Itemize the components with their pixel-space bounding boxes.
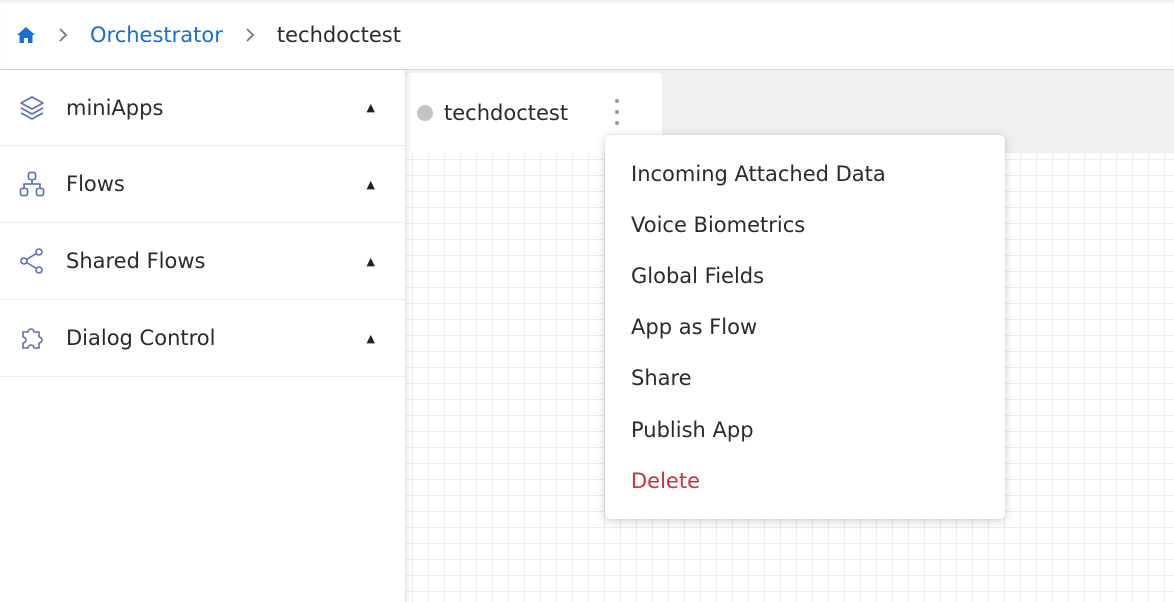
sidebar-item-label: Dialog Control bbox=[66, 326, 216, 350]
chevron-right-icon bbox=[58, 27, 70, 42]
menu-item-global-fields[interactable]: Global Fields bbox=[605, 250, 1005, 301]
menu-item-incoming-attached-data[interactable]: Incoming Attached Data bbox=[605, 148, 1005, 199]
breadcrumb-orchestrator-link[interactable]: Orchestrator bbox=[90, 23, 223, 47]
sidebar-item-miniapps[interactable]: miniApps ▲ bbox=[0, 70, 405, 146]
menu-item-publish-app[interactable]: Publish App bbox=[605, 404, 1005, 455]
sidebar-item-label: miniApps bbox=[66, 95, 164, 120]
sidebar: miniApps ▲ Flows ▲ Shared Flows ▲ Dialog… bbox=[0, 70, 406, 602]
share-icon bbox=[18, 247, 46, 275]
puzzle-icon bbox=[18, 324, 46, 352]
menu-item-app-as-flow[interactable]: App as Flow bbox=[605, 302, 1005, 353]
sidebar-item-flows[interactable]: Flows ▲ bbox=[0, 146, 405, 223]
menu-item-share[interactable]: Share bbox=[605, 353, 1005, 404]
sidebar-item-label: Shared Flows bbox=[66, 249, 206, 273]
tab-title: techdoctest bbox=[444, 101, 569, 125]
status-dot bbox=[417, 105, 433, 121]
home-icon[interactable] bbox=[16, 25, 36, 45]
sidebar-item-label: Flows bbox=[66, 172, 125, 196]
caret-up-icon[interactable]: ▲ bbox=[367, 101, 375, 114]
context-menu: Incoming Attached Data Voice Biometrics … bbox=[605, 135, 1005, 519]
more-options-icon[interactable] bbox=[610, 99, 624, 125]
caret-up-icon[interactable]: ▲ bbox=[367, 255, 375, 268]
caret-up-icon[interactable]: ▲ bbox=[367, 332, 375, 345]
layers-icon bbox=[18, 94, 46, 122]
breadcrumb: Orchestrator techdoctest bbox=[0, 0, 1174, 70]
menu-item-delete[interactable]: Delete bbox=[605, 455, 1005, 506]
chevron-right-icon bbox=[245, 27, 257, 42]
sidebar-item-dialog-control[interactable]: Dialog Control ▲ bbox=[0, 300, 405, 377]
caret-up-icon[interactable]: ▲ bbox=[367, 178, 375, 191]
sidebar-item-shared-flows[interactable]: Shared Flows ▲ bbox=[0, 223, 405, 300]
breadcrumb-current: techdoctest bbox=[276, 22, 401, 47]
menu-item-voice-biometrics[interactable]: Voice Biometrics bbox=[605, 199, 1005, 250]
flow-tree-icon bbox=[18, 170, 46, 198]
